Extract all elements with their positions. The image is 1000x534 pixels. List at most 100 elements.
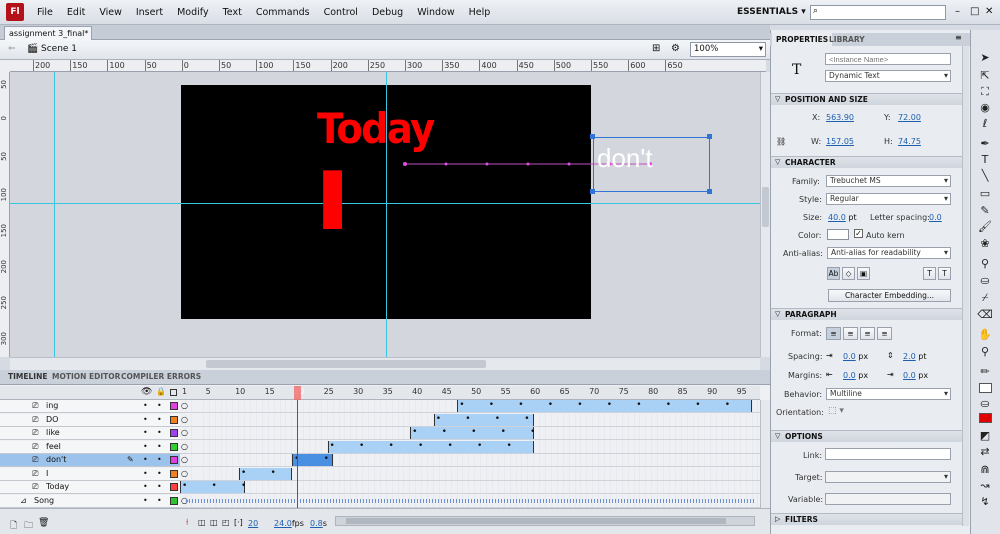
selection-handle[interactable] [590, 189, 595, 194]
keyframe-dot[interactable]: • [465, 414, 470, 424]
workspace-switcher[interactable]: ESSENTIALS ▾ [737, 7, 806, 17]
modify-markers-icon[interactable]: [·] [234, 518, 243, 527]
edit-multiple-icon[interactable]: ◰ [222, 518, 230, 527]
onion-outline-icon[interactable]: ◫ [210, 518, 218, 527]
layer-row[interactable]: ⊿ Song • • [0, 494, 180, 508]
keyframe-dot[interactable]: • [471, 427, 476, 437]
keyframe-dot[interactable]: • [524, 414, 529, 424]
section-filters[interactable]: FILTERS [771, 513, 969, 525]
menu-debug[interactable]: Debug [365, 0, 410, 25]
eyedropper-tool-icon[interactable]: ⌿ [976, 290, 994, 306]
keyframe-dot[interactable]: • [442, 427, 447, 437]
text-today[interactable]: Today [317, 105, 435, 153]
straighten-icon[interactable]: ↯ [976, 494, 994, 510]
layer-color-swatch[interactable] [170, 402, 178, 410]
link-icon[interactable]: ⛓ [776, 137, 786, 146]
keyframe-dot[interactable]: • [241, 481, 246, 491]
black-white-icon[interactable]: ◩ [976, 428, 994, 444]
selection-tool-icon[interactable]: ➤ [976, 50, 994, 66]
brush-tool-icon[interactable]: 🖌 [976, 219, 994, 235]
empty-keyframe[interactable]: ○ [181, 428, 188, 437]
new-folder-icon[interactable]: 🗀 [24, 518, 33, 534]
current-frame[interactable]: 20 [248, 519, 258, 528]
keyframe-dot[interactable]: • [448, 441, 453, 451]
menu-view[interactable]: View [92, 0, 129, 25]
keyframe-dot[interactable]: • [324, 454, 329, 464]
subselection-tool-icon[interactable]: ⇱ [976, 68, 994, 84]
minimize-icon[interactable]: – [955, 6, 960, 17]
font-size-value[interactable]: 40.0 [828, 213, 846, 222]
menu-file[interactable]: File [30, 0, 60, 25]
keyframe-dot[interactable]: • [507, 441, 512, 451]
keyframe-dot[interactable]: • [518, 400, 523, 410]
layer-name[interactable]: ing [46, 400, 58, 412]
layer-color-swatch[interactable] [170, 415, 178, 424]
tab-properties[interactable]: PROPERTIES [772, 33, 833, 46]
section-options[interactable]: OPTIONS [771, 430, 969, 442]
playhead-line[interactable] [297, 400, 298, 518]
indent-value[interactable]: 0.0 [843, 352, 856, 361]
visibility-dot[interactable]: • [143, 468, 148, 480]
center-frame-icon[interactable]: ⍿ [186, 518, 188, 528]
keyframe-dot[interactable]: • [725, 400, 730, 410]
section-position-size[interactable]: POSITION AND SIZE [771, 93, 969, 105]
layer-color-swatch[interactable] [170, 483, 178, 491]
eye-icon[interactable]: 👁 [141, 387, 152, 397]
font-family-select[interactable]: Trebuchet MS [826, 175, 951, 187]
character-embedding-button[interactable]: Character Embedding... [828, 289, 951, 302]
layer-row[interactable]: ⎚ like • • [0, 427, 180, 440]
keyframe-dot[interactable]: • [436, 414, 441, 424]
zoom-tool-icon[interactable]: ⚲ [976, 344, 994, 360]
pen-tool-icon[interactable]: ✒ [976, 136, 994, 152]
tab-timeline[interactable]: TIMELINE [8, 372, 47, 381]
guide-horizontal[interactable] [10, 203, 760, 204]
layer-name[interactable]: Today [46, 481, 69, 493]
align-right-icon[interactable]: ≡ [860, 327, 875, 340]
auto-kern-checkbox[interactable]: ✓ [854, 229, 863, 238]
frame-row[interactable]: ○•• [180, 454, 760, 467]
panel-menu-icon[interactable]: ≡ [955, 33, 962, 42]
paint-bucket-tool-icon[interactable]: ⛀ [976, 273, 994, 289]
guide-vertical[interactable] [54, 72, 55, 357]
layer-name[interactable]: don't [46, 454, 66, 466]
menu-modify[interactable]: Modify [170, 0, 215, 25]
target-select[interactable] [825, 471, 951, 483]
frame-row[interactable]: ○ [180, 494, 760, 508]
layer-color-swatch[interactable] [170, 456, 178, 464]
menu-window[interactable]: Window [410, 0, 461, 25]
text-i[interactable]: I [314, 157, 351, 247]
keyframe-dot[interactable]: • [418, 441, 423, 451]
layer-name[interactable]: Song [34, 495, 54, 507]
x-value[interactable]: 563.90 [826, 113, 854, 122]
font-style-select[interactable]: Regular [826, 193, 951, 205]
close-icon[interactable]: ✕ [985, 6, 993, 17]
line-tool-icon[interactable]: ╲ [976, 168, 994, 184]
lock-dot[interactable]: • [157, 468, 162, 480]
keyframe-dot[interactable]: • [389, 441, 394, 451]
text-type-select[interactable]: Dynamic Text [825, 70, 951, 82]
behavior-select[interactable]: Multiline [826, 388, 951, 400]
show-border-icon[interactable]: ▣ [857, 267, 870, 280]
stroke-color-icon[interactable]: ✏ [976, 364, 994, 380]
left-margin-value[interactable]: 0.0 [843, 371, 856, 380]
menu-control[interactable]: Control [317, 0, 365, 25]
scroll-thumb[interactable] [346, 518, 726, 524]
layer-row[interactable]: ⎚ don't ✎ • • [0, 454, 180, 467]
lock-dot[interactable]: • [157, 454, 162, 466]
keyframe-dot[interactable]: • [607, 400, 612, 410]
align-center-icon[interactable]: ≡ [843, 327, 858, 340]
keyframe-dot[interactable]: • [412, 427, 417, 437]
menu-help[interactable]: Help [462, 0, 498, 25]
lock-icon[interactable]: 🔒 [156, 387, 166, 396]
back-arrow-icon[interactable]: ⇐ [8, 44, 16, 54]
keyframe-dot[interactable]: • [477, 441, 482, 451]
section-character[interactable]: CHARACTER [771, 156, 969, 168]
empty-keyframe[interactable]: ○ [181, 401, 188, 410]
layer-row[interactable]: ⎚ DO • • [0, 413, 180, 427]
stage-horizontal-scrollbar[interactable] [10, 357, 760, 370]
keyframe-dot[interactable]: • [577, 400, 582, 410]
scroll-thumb[interactable] [762, 187, 769, 227]
lock-dot[interactable]: • [157, 481, 162, 493]
timeline-vertical-scrollbar[interactable] [760, 400, 770, 508]
keyframe-dot[interactable]: • [212, 481, 217, 491]
